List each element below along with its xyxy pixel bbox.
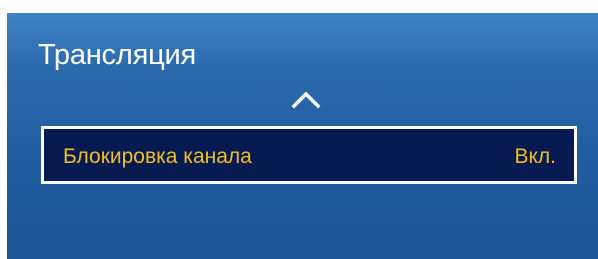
panel-title: Трансляция (38, 39, 196, 71)
broadcast-menu-panel: Трансляция Блокировка канала Вкл. (7, 13, 598, 259)
menu-item-value: Вкл. (514, 145, 556, 168)
menu-item-channel-lock[interactable]: Блокировка канала Вкл. (41, 126, 577, 184)
menu-item-label: Блокировка канала (63, 145, 252, 168)
chevron-up-icon[interactable] (290, 89, 322, 109)
